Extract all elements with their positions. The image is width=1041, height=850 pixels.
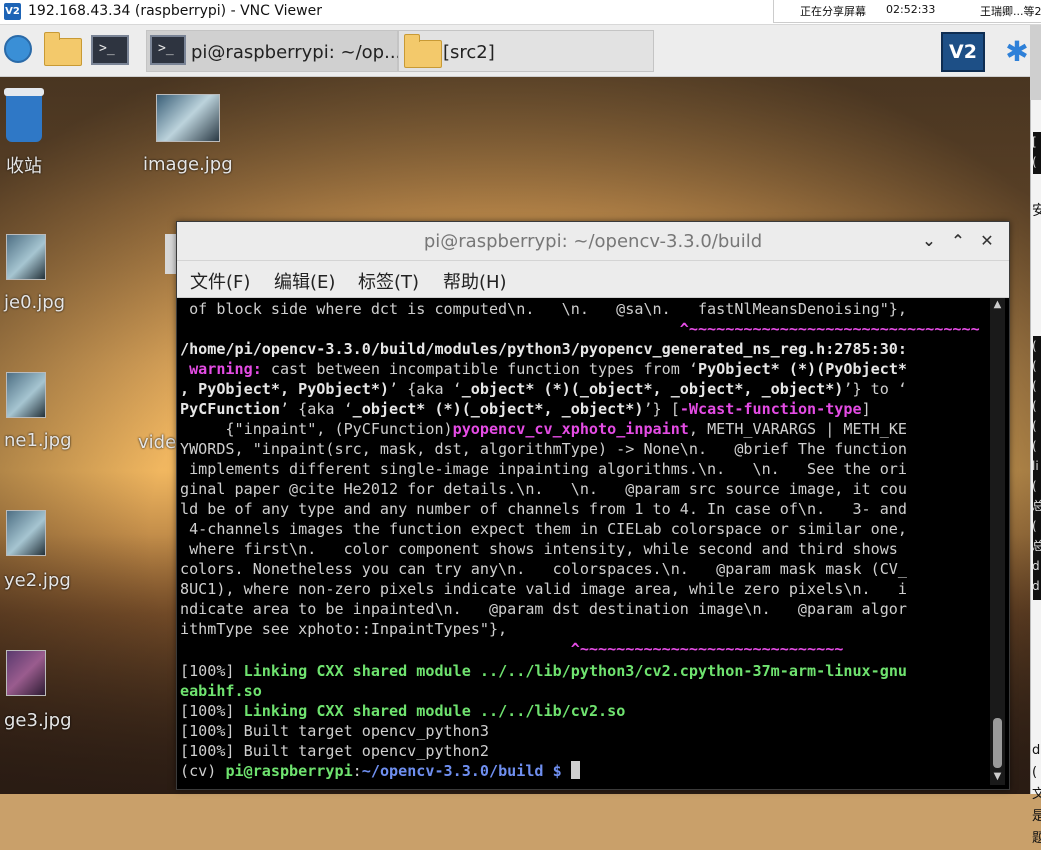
- strip-text: ((((((li(总(总 d d: [1032, 339, 1041, 593]
- web-browser-icon[interactable]: [4, 35, 32, 63]
- terminal-line: where first\n. color component shows int…: [180, 540, 898, 558]
- terminal-line: ginal paper @cite He2012 for details.\n.…: [180, 480, 907, 498]
- strip-text: 安: [1032, 203, 1041, 219]
- terminal-line: 4-channels images the function expect th…: [180, 520, 907, 538]
- desktop-icon-label: ye2.jpg: [4, 570, 71, 591]
- desktop-icon-label: image.jpg: [143, 154, 233, 175]
- terminal-line: /home/pi/opencv-3.3.0/build/modules/pyth…: [180, 340, 907, 358]
- desktop-icon-label: je0.jpg: [4, 292, 66, 313]
- image-thumbnail-icon: [6, 510, 46, 556]
- task-folder-label: [src2]: [443, 42, 495, 63]
- share-user[interactable]: 王瑞卿...等2: [980, 3, 1041, 19]
- terminal-line: eabihf.so: [180, 682, 262, 700]
- terminal-line: [100%] Built target opencv_python2: [180, 742, 489, 760]
- strip-text: d(文是题: [1032, 743, 1041, 846]
- trash-icon: [4, 88, 44, 142]
- terminal-line: ithmType see xphoto::InpaintTypes"},: [180, 620, 508, 638]
- desktop-icon-label: vide: [138, 432, 177, 453]
- share-time: 02:52:33: [886, 3, 936, 16]
- background-window-strip: [( 安 ((((((li(总(总 d d d(文是题: [1030, 100, 1041, 846]
- terminal-line: ld be of any type and any number of chan…: [180, 500, 907, 518]
- desktop-icon-image-jpg[interactable]: image.jpg: [140, 94, 235, 184]
- desktop-icon-label: ne1.jpg: [4, 430, 72, 451]
- desktop-icon-label: ge3.jpg: [4, 710, 72, 731]
- terminal-window[interactable]: pi@raspberrypi: ~/opencv-3.3.0/build ⌄ ⌃…: [176, 221, 1010, 790]
- terminal-line: ndicate area to be inpainted\n. @param d…: [180, 600, 907, 618]
- terminal-line: ^~~~~~~~~~~~~~~~~~~~~~~~~~~~~~~~~: [180, 320, 980, 338]
- menu-tabs[interactable]: 标签(T): [358, 268, 419, 294]
- terminal-line: of block side where dct is computed\n. \…: [180, 300, 907, 318]
- minimize-button[interactable]: ⌄: [918, 230, 940, 252]
- terminal-line: ^~~~~~~~~~~~~~~~~~~~~~~~~~~~~~: [180, 640, 844, 658]
- menu-file[interactable]: 文件(F): [190, 268, 250, 294]
- terminal-line: [100%] Linking CXX shared module ../../l…: [180, 702, 626, 720]
- maximize-button[interactable]: ⌃: [947, 230, 969, 252]
- terminal-line: [100%] Linking CXX shared module ../../l…: [180, 662, 907, 680]
- terminal-line: 8UC1), where non-zero pixels indicate va…: [180, 580, 907, 598]
- bluetooth-icon[interactable]: ✱: [1004, 35, 1030, 69]
- desktop-icon-image0[interactable]: je0.jpg: [0, 234, 70, 314]
- menu-edit[interactable]: 编辑(E): [274, 268, 335, 294]
- task-terminal-window[interactable]: >_ pi@raspberrypi: ~/op...: [146, 30, 402, 72]
- task-terminal-label: pi@raspberrypi: ~/op...: [191, 42, 402, 63]
- desktop-icon-label: 收站: [6, 156, 42, 177]
- terminal-line: colors. Nonetheless you can try any\n. c…: [180, 560, 907, 578]
- menu-help[interactable]: 帮助(H): [443, 268, 507, 294]
- text-cursor: [570, 761, 580, 779]
- terminal-line: , PyObject*, PyObject*)’ {aka ‘_object* …: [180, 380, 908, 398]
- strip-text: [(: [1032, 135, 1037, 169]
- terminal-line: warning: cast between incompatible funct…: [180, 360, 907, 378]
- terminal-output[interactable]: of block side where dct is computed\n. \…: [180, 298, 988, 785]
- terminal-scrollbar[interactable]: ▲ ▼: [990, 298, 1005, 785]
- terminal-prompt[interactable]: (cv) pi@raspberrypi:~/opencv-3.3.0/build…: [180, 761, 580, 781]
- terminal-line: PyCFunction’ {aka ‘_object* (*)(_object*…: [180, 400, 871, 418]
- image-thumbnail-icon: [6, 234, 46, 280]
- desktop-icon-trash[interactable]: 收站: [0, 76, 60, 186]
- desktop-icon-video[interactable]: vide: [136, 430, 180, 454]
- terminal-line: {"inpaint", (PyCFunction)pyopencv_cv_xph…: [180, 420, 907, 438]
- scroll-down-arrow-icon[interactable]: ▼: [991, 771, 1004, 783]
- screen-share-panel: 正在分享屏幕 02:52:33 王瑞卿...等2: [773, 0, 1041, 23]
- image-thumbnail-icon: [156, 94, 220, 142]
- raspberry-pi-taskbar: >_ >_ pi@raspberrypi: ~/op... [src2] V2 …: [0, 24, 1030, 77]
- close-button[interactable]: ✕: [976, 230, 998, 252]
- vnc-window-title: 192.168.43.34 (raspberrypi) - VNC Viewer: [28, 3, 322, 19]
- image-thumbnail-icon: [6, 372, 46, 418]
- terminal-title: pi@raspberrypi: ~/opencv-3.3.0/build: [423, 231, 763, 252]
- vnc-logo-icon: V2: [4, 3, 21, 20]
- task-folder-window[interactable]: [src2]: [398, 30, 654, 72]
- terminal-icon: >_: [150, 35, 186, 65]
- desktop-icon-image1[interactable]: ne1.jpg: [0, 372, 72, 456]
- file-manager-icon[interactable]: [44, 32, 82, 66]
- terminal-line: implements different single-image inpain…: [180, 460, 907, 478]
- share-status: 正在分享屏幕: [800, 5, 866, 18]
- image-thumbnail-icon: [6, 650, 46, 696]
- folder-icon: [404, 34, 442, 68]
- scroll-up-arrow-icon[interactable]: ▲: [991, 299, 1004, 311]
- terminal-launcher-icon[interactable]: >_: [91, 35, 129, 65]
- terminal-title-bar[interactable]: pi@raspberrypi: ~/opencv-3.3.0/build ⌄ ⌃…: [177, 222, 1009, 261]
- desktop-icon-image3[interactable]: ge3.jpg: [0, 650, 72, 734]
- scrollbar-thumb[interactable]: [993, 718, 1002, 768]
- vnc-scroll-edge: [1030, 24, 1041, 100]
- desktop-icon-image2[interactable]: ye2.jpg: [0, 510, 71, 594]
- terminal-line: [100%] Built target opencv_python3: [180, 722, 489, 740]
- terminal-menu-bar: 文件(F) 编辑(E) 标签(T) 帮助(H): [177, 261, 1009, 298]
- vnc-server-tray-icon[interactable]: V2: [941, 32, 985, 72]
- terminal-line: YWORDS, "inpaint(src, mask, dst, algorit…: [180, 440, 907, 458]
